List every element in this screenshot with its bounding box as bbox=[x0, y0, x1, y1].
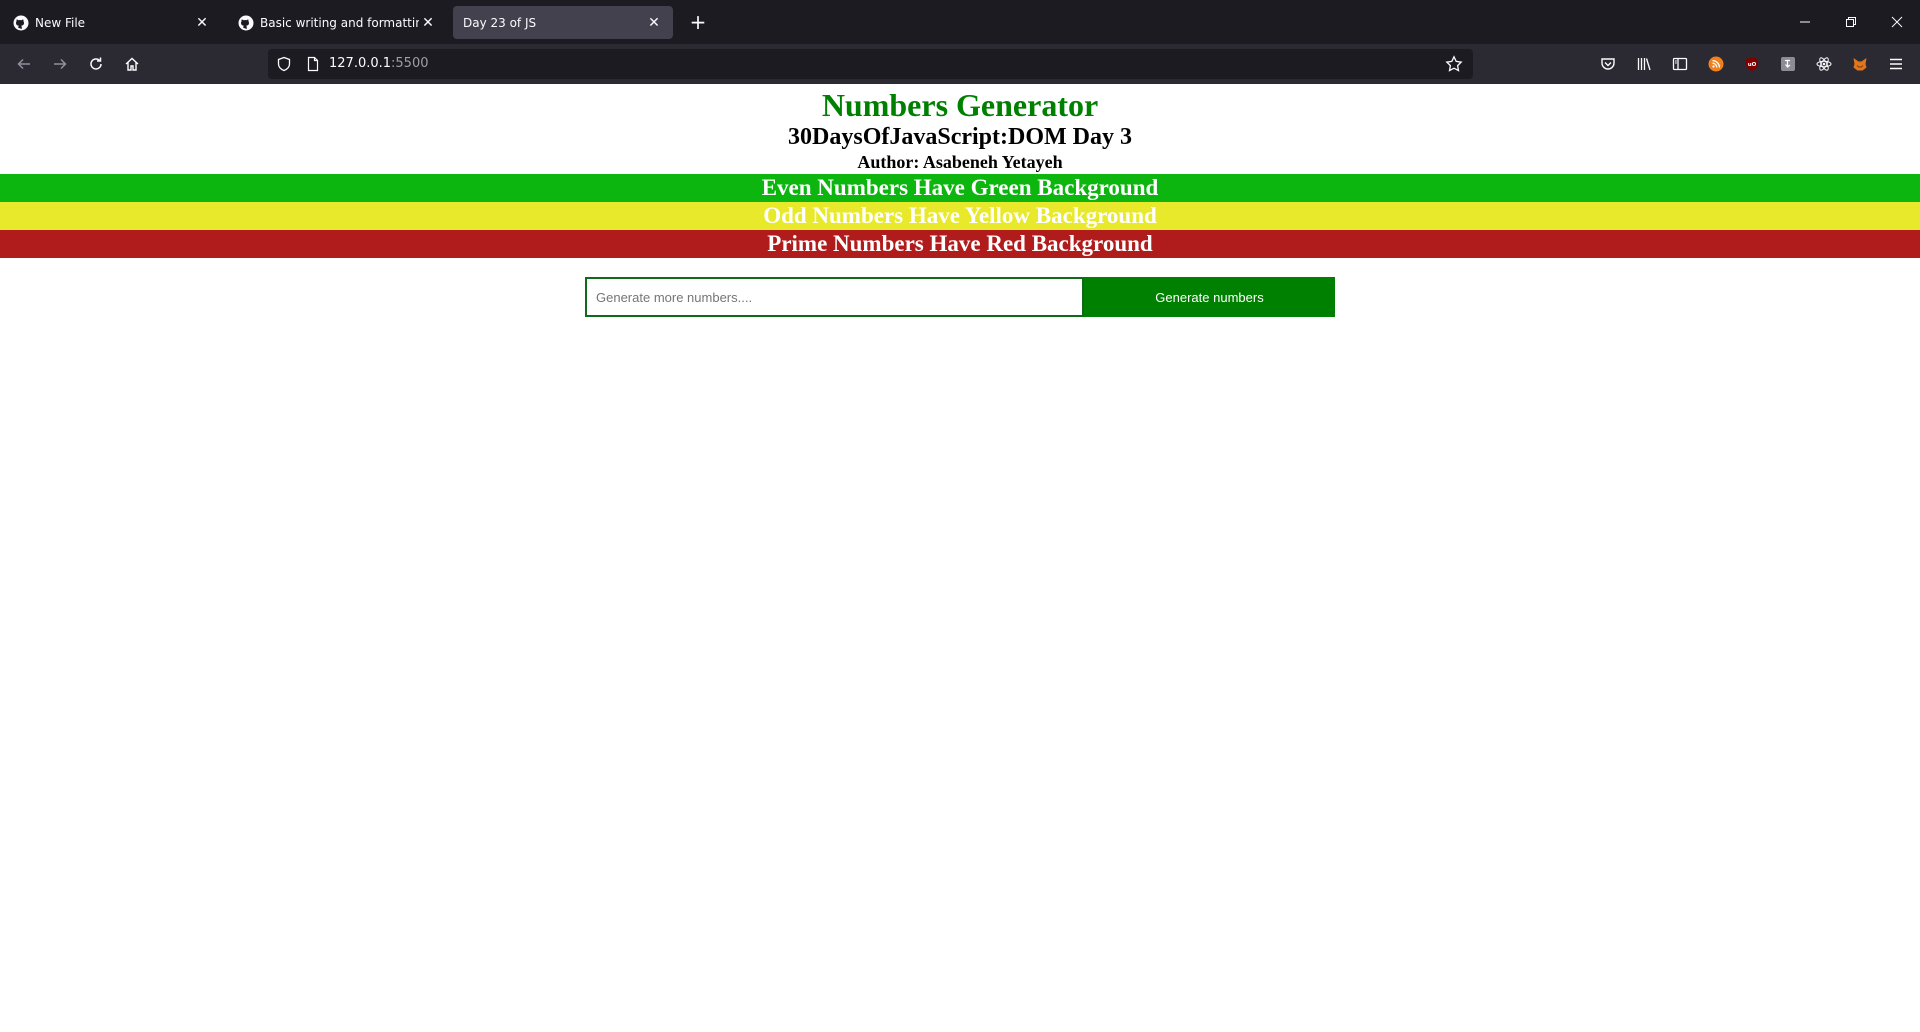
tab-day-23[interactable]: Day 23 of JS ✕ bbox=[453, 6, 673, 39]
url-port: :5500 bbox=[391, 56, 429, 71]
generate-numbers-input[interactable] bbox=[585, 277, 1084, 317]
reload-icon[interactable] bbox=[84, 52, 108, 76]
page-subtitle: 30DaysOfJavaScript:DOM Day 3 bbox=[788, 124, 1132, 150]
minimize-icon[interactable] bbox=[1790, 8, 1820, 36]
close-window-icon[interactable] bbox=[1882, 8, 1912, 36]
menu-icon[interactable] bbox=[1884, 52, 1908, 76]
url-text[interactable]: 127.0.0.1:5500 bbox=[329, 56, 429, 71]
rss-extension-icon[interactable] bbox=[1704, 52, 1728, 76]
ublock-origin-icon[interactable]: uO bbox=[1740, 52, 1764, 76]
legend-even: Even Numbers Have Green Background bbox=[0, 174, 1920, 202]
github-icon bbox=[13, 15, 29, 31]
svg-text:uO: uO bbox=[1748, 62, 1757, 68]
tab-new-file[interactable]: New File ✕ bbox=[3, 6, 221, 39]
restore-icon[interactable] bbox=[1836, 8, 1866, 36]
github-icon bbox=[238, 15, 254, 31]
page-title: Numbers Generator bbox=[821, 87, 1099, 123]
tab-bar: New File ✕ Basic writing and formatting … bbox=[0, 0, 1920, 44]
legend-odd: Odd Numbers Have Yellow Background bbox=[0, 202, 1920, 230]
tab-title: New File bbox=[35, 15, 86, 30]
pocket-icon[interactable] bbox=[1596, 52, 1620, 76]
sidebar-icon[interactable] bbox=[1668, 52, 1692, 76]
new-tab-icon[interactable]: + bbox=[686, 10, 710, 34]
forward-icon[interactable] bbox=[48, 52, 72, 76]
tab-title: Day 23 of JS bbox=[463, 15, 537, 30]
close-icon[interactable]: ✕ bbox=[419, 14, 437, 32]
page-content: Numbers Generator 30DaysOfJavaScript:DOM… bbox=[0, 84, 1920, 1032]
library-icon[interactable] bbox=[1632, 52, 1656, 76]
close-icon[interactable]: ✕ bbox=[193, 14, 211, 32]
author-line: Author: Asabeneh Yetayeh bbox=[857, 152, 1063, 172]
back-icon[interactable] bbox=[12, 52, 36, 76]
metamask-fox-icon[interactable] bbox=[1848, 52, 1872, 76]
home-icon[interactable] bbox=[120, 52, 144, 76]
page-icon bbox=[305, 56, 321, 77]
bookmark-star-icon[interactable] bbox=[1445, 55, 1463, 78]
generate-numbers-button[interactable]: Generate numbers bbox=[1084, 277, 1335, 317]
url-bar[interactable]: 127.0.0.1:5500 bbox=[268, 49, 1473, 79]
translate-extension-icon[interactable] bbox=[1776, 52, 1800, 76]
url-host: 127.0.0.1 bbox=[329, 56, 392, 71]
nav-bar: 127.0.0.1:5500 uO bbox=[0, 44, 1920, 84]
tab-basic-writing[interactable]: Basic writing and formatting syntax ✕ bbox=[228, 6, 447, 39]
shield-icon[interactable] bbox=[276, 56, 292, 77]
close-icon[interactable]: ✕ bbox=[645, 14, 663, 32]
react-devtools-icon[interactable] bbox=[1812, 52, 1836, 76]
tab-title: Basic writing and formatting syntax bbox=[260, 15, 419, 30]
legend-prime: Prime Numbers Have Red Background bbox=[0, 230, 1920, 258]
